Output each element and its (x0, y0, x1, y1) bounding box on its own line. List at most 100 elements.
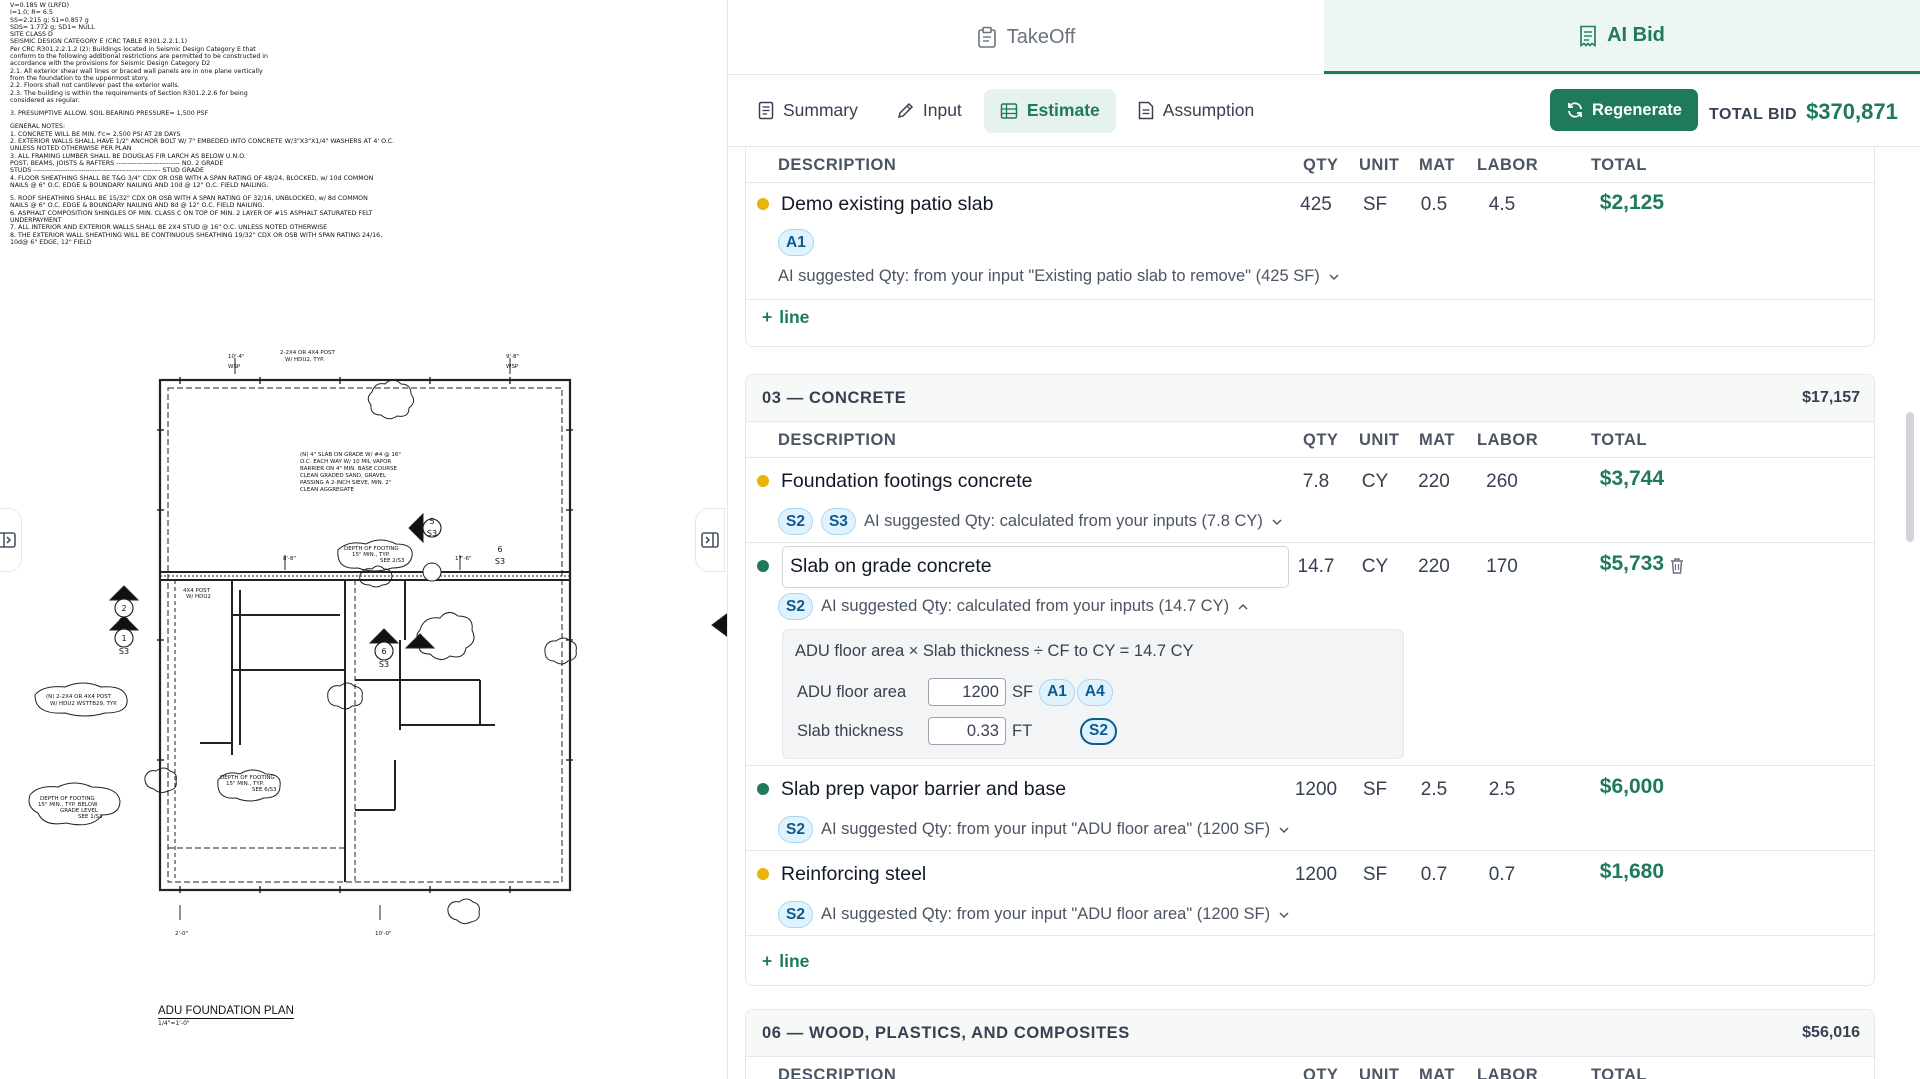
source-chip[interactable]: S3 (820, 508, 856, 535)
source-chip-selected[interactable]: S2 (1080, 717, 1117, 745)
callout-slab-5: PASSING A 2-INCH SIEVE, MIN. 2" (300, 480, 391, 486)
table-row[interactable]: Foundation footings concrete 7.8 CY 220 … (746, 458, 1874, 543)
refresh-icon (1568, 102, 1582, 118)
source-chip[interactable]: S2 (778, 593, 813, 620)
ai-suggestion[interactable]: S2 S3 AI suggested Qty: calculated from … (778, 508, 1283, 535)
table-row[interactable]: Reinforcing steel 1200 SF 0.7 0.7 $1,680… (746, 851, 1874, 936)
item-mat[interactable]: 2.5 (1399, 779, 1469, 801)
total-bid: TOTAL BID $370,871 (1709, 99, 1898, 125)
slab-thickness-input[interactable]: 0.33 (928, 717, 1006, 745)
subtab-assumption[interactable]: Assumption (1122, 89, 1270, 133)
ai-suggestion[interactable]: AI suggested Qty: from your input "Exist… (778, 267, 1340, 286)
ai-suggestion[interactable]: S2 AI suggested Qty: calculated from you… (778, 593, 1249, 620)
item-total: $2,125 (1599, 191, 1664, 214)
bid-panel: TakeOff AI Bid Summary Input Estimate As… (728, 0, 1920, 1079)
ai-suggestion[interactable]: S2 AI suggested Qty: from your input "AD… (778, 816, 1290, 843)
ai-suggestion[interactable]: S2 AI suggested Qty: from your input "AD… (778, 901, 1290, 928)
col-labor: LABOR (1477, 431, 1539, 449)
subtab-assumption-label: Assumption (1162, 100, 1255, 120)
estimate-scroll-area[interactable]: DESCRIPTION QTY UNIT MAT LABOR TOTAL Dem… (728, 147, 1920, 1079)
tab-ai-bid[interactable]: AI Bid (1324, 0, 1920, 74)
item-description[interactable]: Demo existing patio slab (781, 193, 993, 216)
item-mat[interactable]: 220 (1399, 471, 1469, 493)
dim-wsp-1: WSP (228, 364, 241, 370)
table-icon (1000, 102, 1018, 119)
drawing-note-line: 2.1. All exterior shear wall lines or br… (10, 67, 263, 75)
item-mat[interactable]: 0.5 (1399, 194, 1469, 216)
item-labor[interactable]: 0.7 (1467, 864, 1537, 886)
source-chip[interactable]: A4 (1076, 678, 1113, 706)
collapse-left-panel-button[interactable] (0, 508, 22, 572)
section-header[interactable]: 06 — WOOD, PLASTICS, AND COMPOSITES $56,… (746, 1010, 1874, 1057)
item-labor[interactable]: 170 (1467, 556, 1537, 578)
item-labor[interactable]: 260 (1467, 471, 1537, 493)
drawing-note-line: considered as regular. (10, 96, 80, 104)
item-description-input[interactable]: Slab on grade concrete (782, 546, 1289, 588)
callout-footing-mid-3: SEE 2/S3 (380, 558, 405, 564)
col-qty: QTY (1303, 1066, 1339, 1079)
section-title: 03 — CONCRETE (762, 388, 907, 407)
scrollbar-thumb[interactable] (1906, 412, 1914, 542)
item-description[interactable]: Slab prep vapor barrier and base (781, 778, 1066, 801)
sheet-scale: 1/4"=1'-0" (158, 1020, 190, 1027)
drawing-note-line: SEISMIC DESIGN CATEGORY E (CRC TABLE R30… (10, 38, 188, 46)
drawing-note-line: 7. ALL INTERIOR AND EXTERIOR WALLS SHALL… (10, 224, 328, 232)
dim-wsp-2: WSP (506, 364, 519, 370)
source-chip[interactable]: S2 (778, 901, 813, 928)
add-line-button[interactable]: + line (762, 951, 809, 972)
dim-2: 9'-8" (506, 354, 519, 360)
section-header[interactable]: 03 — CONCRETE $17,157 (746, 375, 1874, 422)
tab-takeoff-label: TakeOff (1006, 25, 1076, 48)
item-description[interactable]: Foundation footings concrete (781, 470, 1033, 493)
source-chip[interactable]: S2 (778, 816, 813, 843)
drawing-note-line: accordance with the provisions for Seism… (10, 60, 211, 68)
dim-6: 10'-0" (375, 931, 392, 937)
total-bid-value: $370,871 (1806, 99, 1898, 124)
regenerate-button[interactable]: Regenerate (1550, 89, 1698, 131)
chevron-down-icon (1279, 911, 1289, 918)
add-line-button[interactable]: + line (762, 307, 809, 328)
col-description: DESCRIPTION (778, 431, 897, 449)
source-chip[interactable]: A1 (778, 229, 814, 256)
dim-5: 2'-0" (175, 931, 188, 937)
subtab-summary[interactable]: Summary (742, 89, 874, 133)
table-row[interactable]: Slab prep vapor barrier and base 1200 SF… (746, 766, 1874, 851)
subtab-input[interactable]: Input (880, 89, 978, 133)
top-tabs: TakeOff AI Bid (728, 0, 1920, 75)
dim-4: 17'-6" (455, 556, 472, 562)
floor-area-input[interactable]: 1200 (928, 678, 1006, 706)
callout-post-top: 2-2X4 OR 4X4 POST (280, 350, 336, 356)
drawing-viewer[interactable]: V=0.185 W (LRFD) I=1.0; R= 6.5 SS=2.215 g;… (0, 0, 728, 1079)
drawing-note-line: UNDERPAYMENT (10, 217, 62, 225)
item-labor[interactable]: 4.5 (1467, 194, 1537, 216)
table-row[interactable]: Demo existing patio slab 425 SF 0.5 4.5 … (746, 183, 1874, 300)
drawing-note-line: Per CRC R301.2.2.1.2 (2): Buildings loca… (10, 45, 256, 53)
section-mark-sheet: S3 (427, 529, 437, 538)
subtab-estimate-label: Estimate (1026, 100, 1100, 120)
item-description[interactable]: Reinforcing steel (781, 863, 926, 886)
item-labor[interactable]: 2.5 (1467, 779, 1537, 801)
callout-post-small-2: W/ HDU2 (186, 594, 211, 600)
drawing-note-line: 3. ALL FRAMING LUMBER SHALL BE DOUGLAS F… (10, 152, 246, 160)
section-mark-num: 1 (121, 634, 126, 643)
col-mat: MAT (1419, 1066, 1456, 1079)
document-icon (758, 101, 774, 120)
table-row-expanded[interactable]: Slab on grade concrete 14.7 CY 220 170 $… (746, 543, 1874, 766)
col-unit: UNIT (1359, 1066, 1400, 1079)
dim-3: 8'-8" (283, 556, 296, 562)
item-mat[interactable]: 0.7 (1399, 864, 1469, 886)
source-chip[interactable]: A1 (1039, 678, 1075, 706)
drawing-note-line: 4. FLOOR SHEATHING SHALL BE T&G 3/4" CDX… (10, 174, 374, 182)
tab-takeoff[interactable]: TakeOff (728, 0, 1324, 74)
col-total: TOTAL (1591, 156, 1647, 174)
subtab-estimate[interactable]: Estimate (983, 88, 1116, 133)
trash-icon[interactable] (1669, 557, 1685, 575)
chevron-up-icon (1238, 603, 1248, 610)
ai-suggestion-text: AI suggested Qty: calculated from your i… (863, 512, 1263, 530)
section-mark-num: 5 (429, 517, 434, 526)
table-header: DESCRIPTION QTY UNIT MAT LABOR TOTAL (746, 147, 1874, 183)
drawing-note-line: GENERAL NOTES: (10, 123, 66, 131)
source-chip[interactable]: S2 (778, 508, 813, 535)
item-mat[interactable]: 220 (1399, 556, 1469, 578)
collapse-right-panel-button[interactable] (695, 508, 725, 572)
